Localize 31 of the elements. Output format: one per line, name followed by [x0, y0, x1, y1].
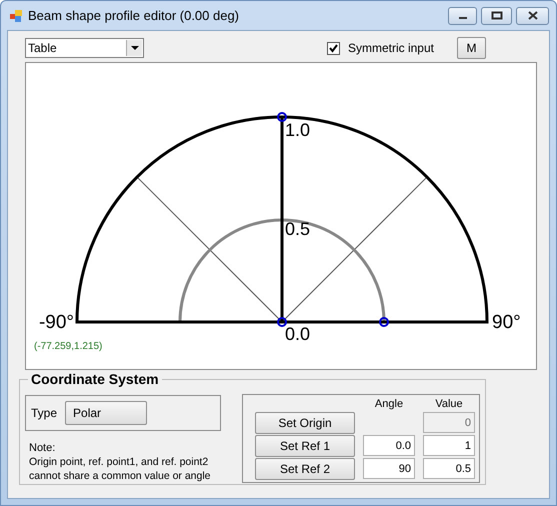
type-button[interactable]: Polar	[65, 401, 148, 425]
column-header: Value	[434, 398, 464, 411]
axis-label: 0.0	[285, 324, 310, 344]
m-button[interactable]: M	[457, 37, 486, 59]
note-text: Origin point, ref. point1, and ref. point2 cannot share a common value or angle	[29, 455, 212, 483]
note-title: Note:	[29, 441, 56, 455]
checkbox-label: Symmetric input	[348, 40, 434, 57]
maximize-button[interactable]	[481, 6, 512, 24]
set-point-button[interactable]: Set Ref 1	[255, 435, 355, 457]
angle-field[interactable]: 90	[363, 458, 415, 479]
symmetric-checkbox[interactable]	[326, 42, 340, 54]
caret-icon	[130, 46, 138, 50]
axis-label: 0.5	[285, 219, 310, 239]
value-field[interactable]: 1	[423, 435, 475, 456]
value-field[interactable]: 0.5	[423, 458, 475, 479]
set-point-button[interactable]: Set Ref 2	[255, 458, 355, 480]
column-header: Angle	[374, 398, 404, 411]
group-title: Coordinate System	[28, 371, 162, 388]
axis-label: 1.0	[285, 120, 310, 140]
view-dropdown[interactable]: Table	[25, 38, 144, 58]
angle-field[interactable]: 0.0	[363, 435, 415, 456]
window-title: Beam shape profile editor (0.00 deg)	[28, 6, 240, 25]
app-icon	[10, 10, 22, 22]
axis-label: 90°	[492, 312, 521, 333]
close-button[interactable]	[516, 6, 549, 24]
close-icon	[528, 11, 538, 20]
cursor-readout: (-77.259,1.215)	[34, 341, 102, 352]
type-label: Type	[31, 405, 58, 422]
maximize-icon	[490, 11, 502, 20]
axis-label: -90°	[38, 312, 74, 333]
minimize-button[interactable]	[448, 6, 477, 24]
